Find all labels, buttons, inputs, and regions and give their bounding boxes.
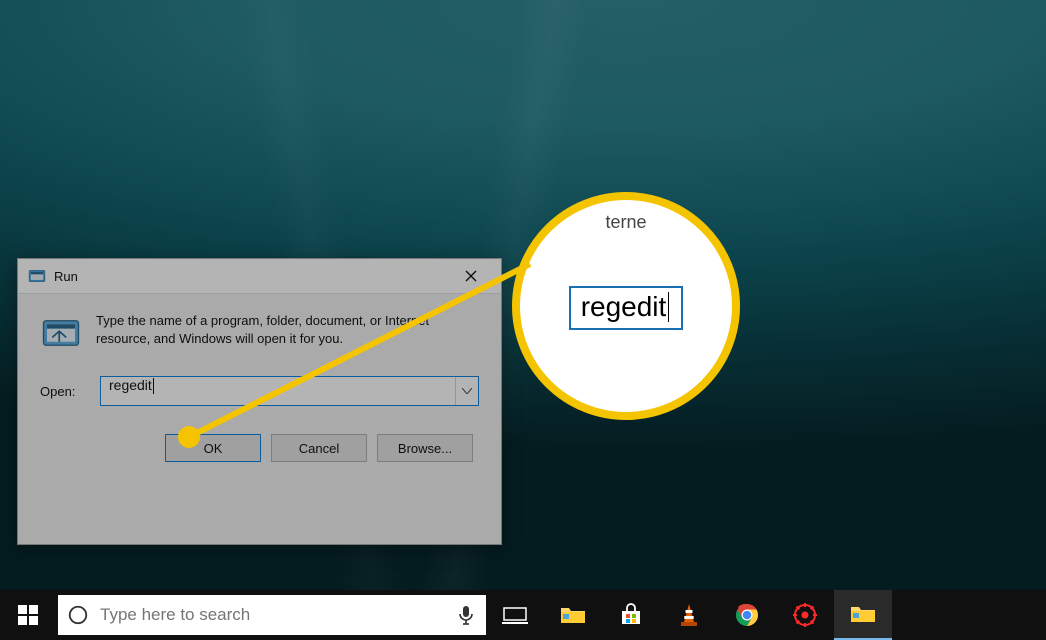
open-combobox[interactable]: regedit bbox=[100, 376, 479, 406]
cancel-button[interactable]: Cancel bbox=[271, 434, 367, 462]
callout-input-zoom: regedit bbox=[569, 286, 684, 330]
store-icon bbox=[619, 603, 643, 627]
folder-icon bbox=[850, 603, 876, 625]
run-icon bbox=[28, 267, 46, 285]
gear-icon bbox=[793, 603, 817, 627]
mic-icon[interactable] bbox=[446, 605, 486, 625]
callout-caret bbox=[668, 292, 669, 322]
taskbar-search[interactable] bbox=[58, 595, 486, 635]
run-title: Run bbox=[54, 269, 451, 284]
callout-input-value: regedit bbox=[581, 293, 667, 321]
file-explorer-button[interactable] bbox=[544, 590, 602, 640]
cortana-icon[interactable] bbox=[58, 604, 98, 626]
taskview-button[interactable] bbox=[486, 590, 544, 640]
start-button[interactable] bbox=[0, 590, 56, 640]
task-view-icon bbox=[502, 605, 528, 625]
file-explorer-active-button[interactable] bbox=[834, 590, 892, 640]
chrome-button[interactable] bbox=[718, 590, 776, 640]
run-dialog: Run Type the name of a program, folder, bbox=[17, 258, 502, 545]
ok-button[interactable]: OK bbox=[165, 434, 261, 462]
windows-icon bbox=[18, 605, 38, 625]
browse-button[interactable]: Browse... bbox=[377, 434, 473, 462]
dropdown-button[interactable] bbox=[455, 377, 478, 405]
chrome-icon bbox=[735, 603, 759, 627]
vlc-icon bbox=[678, 603, 700, 627]
taskbar bbox=[0, 590, 1046, 640]
open-input[interactable]: regedit bbox=[101, 377, 455, 405]
search-input[interactable] bbox=[98, 604, 446, 626]
text-caret bbox=[153, 378, 154, 394]
vlc-button[interactable] bbox=[660, 590, 718, 640]
open-label: Open: bbox=[40, 384, 86, 399]
folder-icon bbox=[560, 604, 586, 626]
run-hint-text: Type the name of a program, folder, docu… bbox=[96, 312, 479, 347]
radeon-button[interactable] bbox=[776, 590, 834, 640]
run-hint-icon bbox=[40, 312, 82, 354]
magnifier-callout: terne regedit bbox=[518, 198, 734, 414]
microsoft-store-button[interactable] bbox=[602, 590, 660, 640]
callout-fragment-text: terne bbox=[518, 212, 734, 233]
close-button[interactable] bbox=[451, 263, 491, 289]
open-input-value: regedit bbox=[109, 377, 152, 393]
run-titlebar[interactable]: Run bbox=[18, 259, 501, 294]
